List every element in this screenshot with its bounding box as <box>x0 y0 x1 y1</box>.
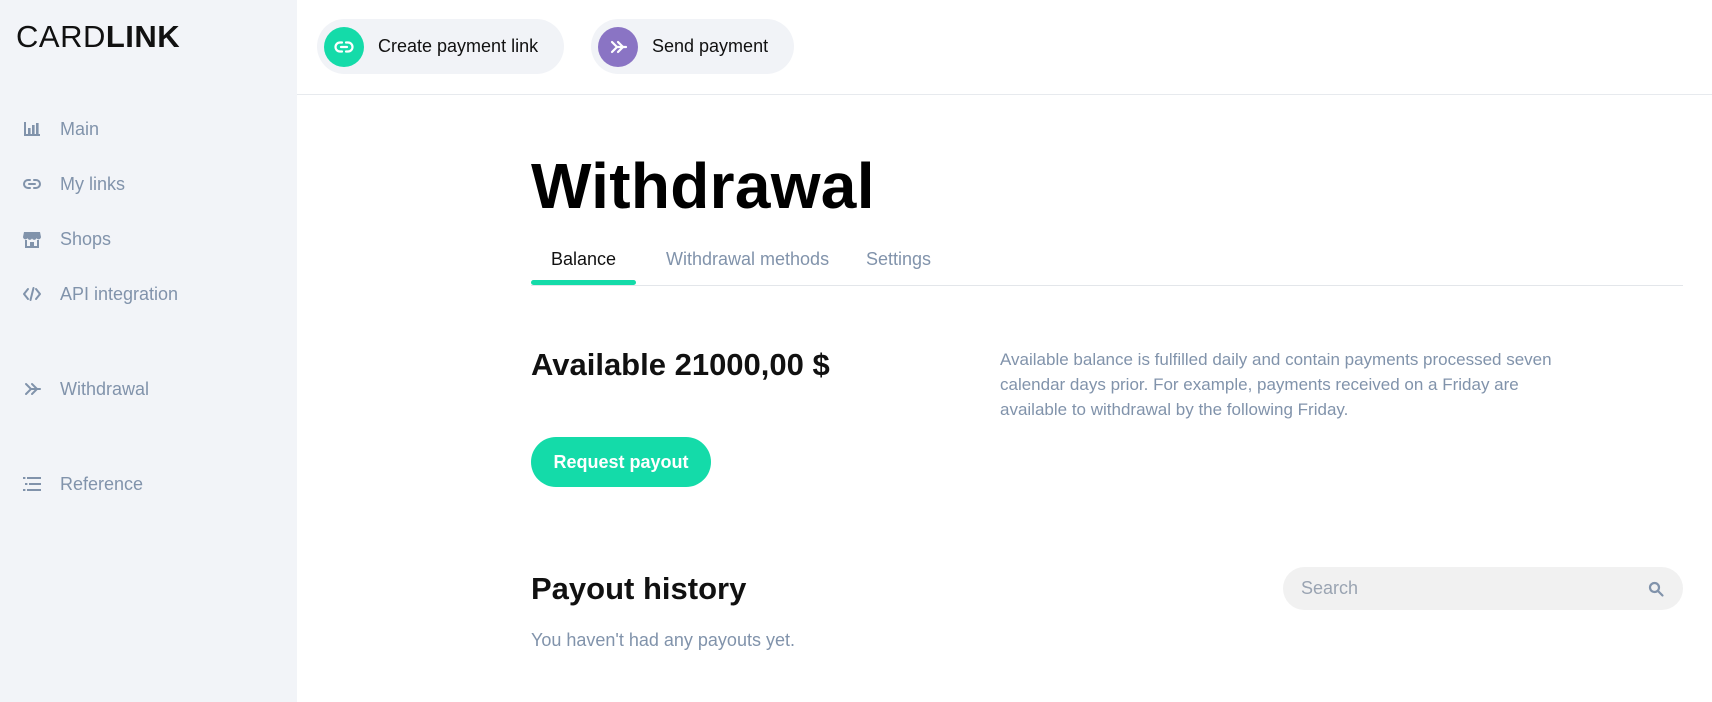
search-icon[interactable] <box>1647 580 1665 598</box>
list-icon <box>22 474 42 494</box>
sidebar-item-label: Withdrawal <box>60 378 150 399</box>
empty-payouts-note: You haven't had any payouts yet. <box>531 630 795 650</box>
active-tab-indicator <box>531 280 636 285</box>
create-payment-link-button[interactable]: Create payment link <box>317 19 565 74</box>
sidebar-item-api-integration[interactable]: API integration <box>22 279 178 309</box>
sidebar-item-reference[interactable]: Reference <box>22 469 143 499</box>
main-content: Withdrawal Balance Withdrawal methods Se… <box>297 96 1712 702</box>
balance-info-text: Available balance is fulfilled daily and… <box>1000 350 1552 419</box>
brand-logo-part2: LINK <box>105 19 181 54</box>
sidebar-item-withdrawal[interactable]: Withdrawal <box>22 374 149 404</box>
tab-withdrawal-methods[interactable]: Withdrawal methods <box>666 246 829 286</box>
tab-settings[interactable]: Settings <box>866 246 931 286</box>
brand-logo-part1: CARD <box>16 19 106 54</box>
sidebar-item-label: My links <box>60 173 126 194</box>
double-arrow-icon <box>598 26 638 67</box>
send-payment-button[interactable]: Send payment <box>591 19 795 74</box>
payout-history-title: Payout history <box>531 571 747 606</box>
search-box <box>1283 567 1683 610</box>
store-icon <box>22 229 42 249</box>
sidebar-item-label: Shops <box>60 228 112 249</box>
code-icon <box>22 284 42 304</box>
top-bar: Create payment link Send payment <box>297 0 1712 95</box>
brand-logo[interactable]: CARDLINK <box>16 18 180 56</box>
sidebar: CARDLINK Main My links Shops API integra <box>0 0 297 702</box>
sidebar-item-label: Main <box>60 118 100 139</box>
request-payout-button[interactable]: Request payout <box>531 437 711 487</box>
link-icon <box>22 174 42 194</box>
sidebar-item-main[interactable]: Main <box>22 114 99 144</box>
tab-bar: Balance Withdrawal methods Settings <box>531 246 1683 286</box>
page-title: Withdrawal <box>531 150 875 222</box>
link-icon <box>324 26 364 67</box>
app-root: CARDLINK Main My links Shops API integra <box>0 0 1712 702</box>
bar-chart-icon <box>22 119 42 139</box>
sidebar-item-my-links[interactable]: My links <box>22 169 125 199</box>
search-input[interactable] <box>1301 578 1647 599</box>
available-balance: Available 21000,00 $ <box>531 347 830 382</box>
sidebar-item-shops[interactable]: Shops <box>22 224 111 254</box>
send-payment-label: Send payment <box>652 36 769 56</box>
double-arrow-icon <box>22 379 42 399</box>
create-payment-link-label: Create payment link <box>378 36 539 56</box>
sidebar-item-label: Reference <box>60 473 144 494</box>
sidebar-item-label: API integration <box>60 283 179 304</box>
